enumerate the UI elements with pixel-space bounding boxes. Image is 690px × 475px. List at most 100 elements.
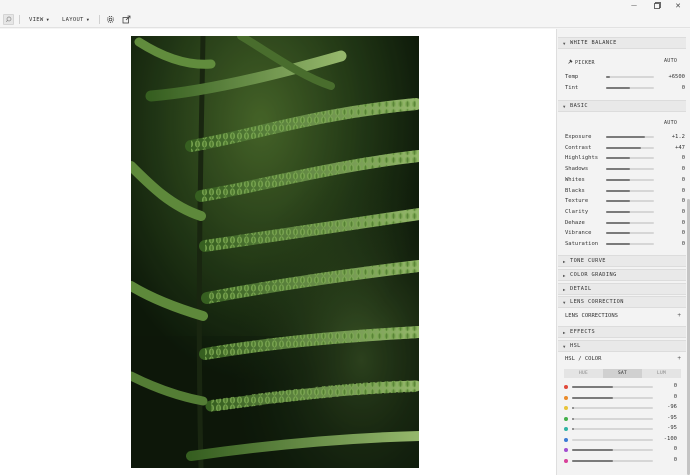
basic-slider-contrast[interactable]: Contrast +47: [565, 144, 685, 152]
slider-fill: [572, 449, 613, 451]
white-balance-slider-temp[interactable]: Temp +6500: [565, 73, 685, 81]
settings-button[interactable]: [106, 15, 115, 24]
slider-value: 0: [673, 456, 677, 463]
hsl-channel-slider[interactable]: -95: [564, 425, 684, 433]
slider-fill: [606, 157, 630, 160]
slider-value: 0: [681, 230, 685, 237]
adjustments-panel: ▼ WHITE BALANCE PICKER AUTO Temp +6500 Tin…: [556, 29, 690, 475]
plus-icon: +: [677, 312, 681, 319]
slider-value: 0: [681, 166, 685, 173]
slider-track[interactable]: [606, 146, 654, 149]
basic-slider-vibrance[interactable]: Vibrance 0: [565, 229, 685, 237]
basic-slider-saturation[interactable]: Saturation 0: [565, 240, 685, 248]
minimize-button[interactable]: —: [622, 0, 646, 11]
view-menu-label: VIEW: [29, 16, 44, 23]
hsl-section-header[interactable]: ▼ HSL: [558, 340, 686, 352]
slider-track[interactable]: [606, 221, 654, 224]
slider-track[interactable]: [606, 200, 654, 203]
slider-track[interactable]: [572, 396, 653, 399]
basic-slider-highlights[interactable]: Highlights 0: [565, 154, 685, 162]
slider-fill: [572, 417, 575, 420]
white-balance-slider-tint[interactable]: Tint 0: [565, 84, 685, 92]
toolbar-divider: [19, 15, 20, 24]
fern-photo: [131, 36, 419, 468]
slider-track[interactable]: [572, 449, 653, 451]
panel-scrollbar[interactable]: [686, 29, 690, 475]
export-icon: [122, 15, 131, 24]
slider-track[interactable]: [606, 232, 654, 235]
basic-slider-whites[interactable]: Whites 0: [565, 176, 685, 184]
slider-value: 0: [681, 176, 685, 183]
slider-label: Temp: [565, 74, 579, 80]
white-balance-auto-button[interactable]: AUTO: [664, 58, 677, 64]
layout-menu-label: LAYOUT: [62, 16, 84, 23]
image-canvas[interactable]: [0, 29, 556, 475]
slider-track[interactable]: [606, 168, 654, 171]
maximize-icon: [653, 2, 661, 9]
slider-track[interactable]: [606, 243, 654, 245]
slider-value: 0: [681, 208, 685, 215]
picker-button[interactable]: PICKER: [568, 59, 595, 66]
hsl-channel-slider[interactable]: 0: [564, 394, 684, 402]
slider-track[interactable]: [572, 417, 653, 420]
hsl-channel-slider[interactable]: 0: [564, 383, 684, 391]
basic-section-header[interactable]: ▼ BASIC: [558, 100, 686, 112]
tab-hue[interactable]: HUE: [564, 369, 603, 378]
slider-track[interactable]: [572, 438, 653, 441]
basic-slider-exposure[interactable]: Exposure +1.2: [565, 133, 685, 141]
view-menu-button[interactable]: VIEW ▼: [29, 14, 49, 25]
hsl-channel-slider[interactable]: 0: [564, 457, 684, 465]
color-grading-title: COLOR GRADING: [570, 272, 617, 278]
hsl-channel-slider[interactable]: -96: [564, 404, 684, 412]
lens-correction-section-header[interactable]: ▼ LENS CORRECTION: [558, 296, 686, 308]
color-grading-section-header[interactable]: ▶ COLOR GRADING: [558, 269, 686, 281]
basic-slider-blacks[interactable]: Blacks 0: [565, 187, 685, 195]
slider-track[interactable]: [606, 76, 654, 78]
add-hsl-button[interactable]: +: [677, 355, 681, 362]
slider-value: 0: [681, 198, 685, 205]
slider-label: Highlights: [565, 155, 599, 162]
slider-track[interactable]: [606, 136, 654, 138]
white-balance-section-header[interactable]: ▼ WHITE BALANCE: [558, 37, 686, 49]
slider-track[interactable]: [606, 178, 654, 181]
color-swatch-icon: [564, 385, 568, 389]
slider-label: Contrast: [565, 144, 592, 151]
tone-curve-section-header[interactable]: ▶ TONE CURVE: [558, 255, 686, 267]
slider-track[interactable]: [572, 459, 653, 462]
slider-track[interactable]: [606, 189, 654, 192]
export-button[interactable]: [122, 15, 131, 24]
slider-fill: [606, 221, 630, 224]
slider-label: Vibrance: [565, 230, 592, 237]
eyedropper-icon: [568, 59, 573, 66]
slider-track[interactable]: [572, 428, 653, 430]
slider-track[interactable]: [572, 407, 653, 409]
chevron-right-icon: ▶: [563, 272, 566, 278]
toolbar-divider: [99, 15, 100, 24]
tab-sat[interactable]: SAT: [603, 369, 642, 378]
slider-fill: [606, 200, 630, 203]
basic-slider-clarity[interactable]: Clarity 0: [565, 208, 685, 216]
detail-section-header[interactable]: ▶ DETAIL: [558, 283, 686, 295]
scrollbar-thumb[interactable]: [686, 199, 690, 475]
hsl-channel-slider[interactable]: -95: [564, 415, 684, 423]
add-lens-correction-button[interactable]: +: [677, 312, 681, 319]
layout-menu-button[interactable]: LAYOUT ▼: [62, 14, 89, 25]
basic-slider-texture[interactable]: Texture 0: [565, 197, 685, 205]
slider-track[interactable]: [606, 210, 654, 213]
picker-label: PICKER: [575, 59, 595, 66]
close-button[interactable]: ✕: [666, 0, 690, 11]
slider-track[interactable]: [606, 157, 654, 160]
slider-fill: [606, 136, 645, 138]
slider-track[interactable]: [572, 386, 653, 388]
hsl-channel-slider[interactable]: 0: [564, 446, 684, 454]
slider-track[interactable]: [606, 86, 654, 89]
tab-lum[interactable]: LUM: [642, 369, 681, 378]
hsl-channel-slider[interactable]: -100: [564, 436, 684, 444]
basic-auto-button[interactable]: AUTO: [664, 120, 677, 126]
basic-slider-shadows[interactable]: Shadows 0: [565, 165, 685, 173]
effects-section-header[interactable]: ▶ EFFECTS: [558, 326, 686, 338]
slider-value: -95: [667, 425, 677, 431]
basic-slider-dehaze[interactable]: Dehaze 0: [565, 219, 685, 227]
slider-fill: [606, 232, 630, 235]
zoom-button[interactable]: [3, 14, 14, 25]
